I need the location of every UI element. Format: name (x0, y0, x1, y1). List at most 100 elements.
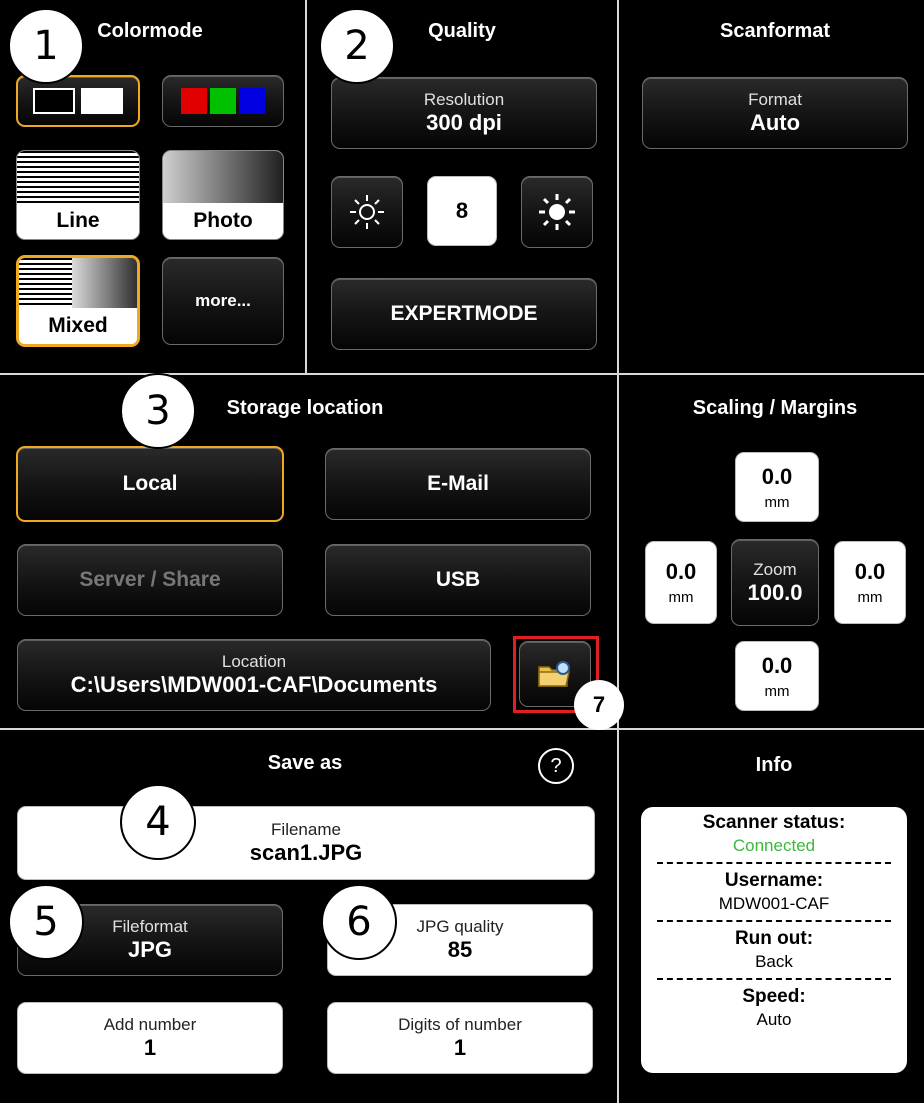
scaling-title: Scaling / Margins (692, 397, 858, 419)
jpg-quality-label: JPG quality (416, 917, 504, 936)
margin-top-value: 0.0 (761, 463, 793, 489)
margin-bottom-unit: mm (764, 682, 790, 700)
margin-left-field[interactable]: 0.0 mm (645, 541, 717, 624)
info-box: Scanner status: Connected Username: MDW0… (641, 807, 907, 1073)
callout-5: 5 (8, 884, 84, 960)
storage-title: Storage location (226, 397, 384, 419)
callout-6: 6 (321, 884, 397, 960)
local-label: Local (122, 472, 178, 495)
callout-1: 1 (8, 8, 84, 84)
more-modes-button[interactable]: more... (162, 257, 284, 345)
filename-label: Filename (271, 820, 341, 839)
zoom-value: 100.0 (747, 579, 803, 605)
server-share-button[interactable]: Server / Share (17, 544, 283, 616)
divider (0, 373, 924, 375)
help-icon[interactable]: ? (538, 748, 574, 784)
brightness-increase-button[interactable] (521, 176, 593, 248)
divider (0, 728, 924, 730)
location-value: C:\Users\MDW001-CAF\Documents (70, 672, 438, 697)
divider (617, 0, 619, 1103)
info-separator (657, 920, 891, 922)
line-pattern-icon (17, 151, 139, 203)
jpg-quality-value: 85 (447, 937, 473, 962)
margin-right-field[interactable]: 0.0 mm (834, 541, 906, 624)
info-separator (657, 862, 891, 864)
filename-field[interactable]: Filename scan1.JPG (17, 806, 595, 880)
color-mode-button[interactable] (162, 75, 284, 127)
photo-gradient-icon (163, 151, 283, 203)
brightness-value-box: 8 (427, 176, 497, 246)
speed-value: Auto (756, 1010, 792, 1029)
scanner-status-value: Connected (732, 836, 816, 855)
speed-label: Speed: (742, 986, 806, 1007)
location-label: Location (221, 652, 287, 671)
folder-search-icon (538, 661, 570, 687)
photo-mode-label: Photo (163, 203, 283, 239)
margin-right-unit: mm (857, 589, 883, 606)
format-button[interactable]: Format Auto (642, 77, 908, 149)
callout-2: 2 (319, 8, 395, 84)
add-number-field[interactable]: Add number 1 (17, 1002, 283, 1074)
usb-label: USB (435, 568, 481, 591)
resolution-label: Resolution (423, 90, 505, 109)
margin-top-field[interactable]: 0.0 mm (735, 452, 819, 522)
server-share-label: Server / Share (79, 568, 221, 591)
bw-swatch-icon (33, 88, 123, 114)
info-title: Info (755, 754, 793, 776)
zoom-button[interactable]: Zoom 100.0 (731, 539, 819, 626)
add-number-label: Add number (103, 1015, 197, 1034)
callout-7: 7 (574, 680, 624, 730)
brightness-decrease-button[interactable] (331, 176, 403, 248)
rgb-swatch-icon (181, 88, 265, 114)
line-mode-label: Line (17, 203, 139, 239)
add-number-value: 1 (143, 1035, 157, 1060)
fileformat-label: Fileformat (112, 917, 188, 936)
scanner-status-label: Scanner status: (702, 812, 846, 833)
mixed-mode-button[interactable]: Mixed (16, 255, 140, 347)
sun-bright-icon (539, 194, 575, 230)
photo-mode-button[interactable]: Photo (162, 150, 284, 240)
margin-bottom-field[interactable]: 0.0 mm (735, 641, 819, 711)
margin-top-unit: mm (764, 493, 790, 511)
quality-title: Quality (428, 20, 496, 42)
resolution-value: 300 dpi (426, 110, 502, 135)
brightness-value: 8 (455, 198, 469, 223)
mixed-pattern-icon (19, 258, 137, 308)
local-button[interactable]: Local (16, 446, 284, 522)
expertmode-button[interactable]: EXPERTMODE (331, 278, 597, 350)
resolution-button[interactable]: Resolution 300 dpi (331, 77, 597, 149)
email-button[interactable]: E-Mail (325, 448, 591, 520)
info-separator (657, 978, 891, 980)
digits-of-number-label: Digits of number (398, 1015, 522, 1034)
margin-left-value: 0.0 (665, 559, 697, 584)
expertmode-label: EXPERTMODE (390, 302, 538, 325)
callout-4: 4 (120, 784, 196, 860)
margin-left-unit: mm (668, 589, 694, 606)
zoom-label: Zoom (753, 559, 797, 579)
filename-value: scan1.JPG (249, 840, 363, 865)
run-out-value: Back (755, 952, 793, 971)
location-button[interactable]: Location C:\Users\MDW001-CAF\Documents (17, 639, 491, 711)
username-label: Username: (724, 870, 824, 891)
save-as-title: Save as (267, 752, 343, 774)
digits-of-number-field[interactable]: Digits of number 1 (327, 1002, 593, 1074)
digits-of-number-value: 1 (453, 1035, 467, 1060)
callout-3: 3 (120, 373, 196, 449)
more-modes-label: more... (195, 291, 251, 310)
fileformat-value: JPG (127, 937, 173, 962)
format-label: Format (748, 90, 802, 109)
email-label: E-Mail (427, 472, 489, 495)
run-out-label: Run out: (734, 928, 814, 949)
username-value: MDW001-CAF (718, 894, 830, 913)
usb-button[interactable]: USB (325, 544, 591, 616)
margin-bottom-value: 0.0 (761, 652, 793, 678)
margin-right-value: 0.0 (854, 559, 886, 584)
mixed-mode-label: Mixed (19, 308, 137, 344)
colormode-title: Colormode (97, 20, 203, 42)
sun-dim-icon (350, 195, 384, 229)
format-value: Auto (749, 110, 801, 135)
scanformat-title: Scanformat (719, 20, 831, 42)
bw-mode-button[interactable] (16, 75, 140, 127)
line-mode-button[interactable]: Line (16, 150, 140, 240)
divider (305, 0, 307, 373)
